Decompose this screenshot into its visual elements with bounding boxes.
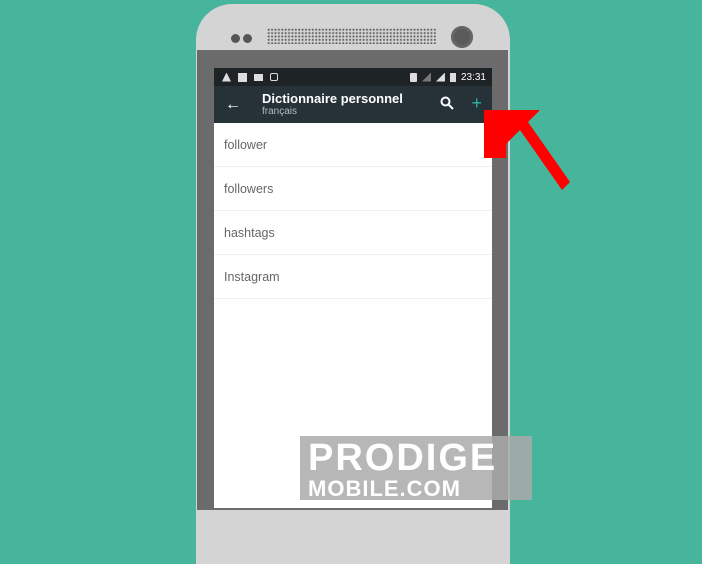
sensor-dot [231,34,240,43]
watermark-line2: MOBILE.COM [308,476,461,501]
app-bar: ← Dictionnaire personnel français + [214,86,492,123]
signal-empty-icon [421,72,431,82]
back-arrow-icon[interactable]: ← [214,96,252,114]
page-title: Dictionnaire personnel [262,91,403,106]
phone-speaker [267,28,437,44]
watermark: PRODIGE MOBILE.COM [300,436,532,500]
vibrate-icon [409,72,417,82]
status-time: 23:31 [460,71,486,83]
front-camera [451,26,473,48]
signal-icon [435,72,445,82]
vlc-icon [222,72,231,82]
search-icon[interactable] [440,96,454,110]
red-arrow-annotation [484,110,570,190]
list-item[interactable]: followers [214,167,492,211]
list-item[interactable]: follower [214,123,492,167]
sync-icon [270,73,278,81]
status-bar: 23:31 [214,68,492,86]
facebook-icon [238,72,247,82]
watermark-line1: PRODIGE [308,437,498,479]
word-list: follower followers hashtags Instagram [214,123,492,299]
screen-icon [254,73,263,81]
battery-icon [449,72,456,82]
page-subtitle: français [262,106,298,117]
list-item[interactable]: hashtags [214,211,492,255]
list-item[interactable]: Instagram [214,255,492,299]
sensor-dot [243,34,252,43]
